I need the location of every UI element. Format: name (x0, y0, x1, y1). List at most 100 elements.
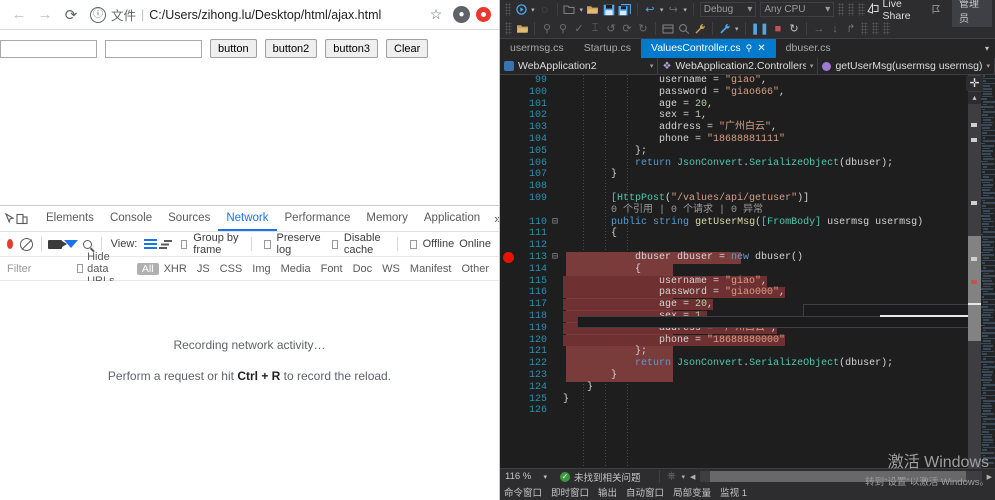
new-project-icon[interactable] (561, 2, 577, 18)
profile-avatar-icon[interactable]: ● (453, 6, 470, 23)
lock-icon[interactable]: ⌶ (587, 21, 603, 37)
code-editor[interactable]: 99 100 101 102 103 104 105 106 107 108 109 110 111 1… (500, 75, 995, 468)
text-input-1[interactable] (0, 39, 97, 58)
tb2-gripper-2[interactable] (860, 22, 868, 35)
feedback-icon[interactable] (928, 2, 944, 18)
offline-checkbox[interactable] (410, 239, 417, 249)
capture-screenshots-icon[interactable] (48, 233, 68, 255)
forward-icon[interactable]: → (32, 2, 58, 28)
button-2[interactable]: button2 (264, 39, 318, 58)
hot-reload-icon[interactable] (717, 21, 733, 37)
address-bar[interactable]: ⓘ 文件 | C:/Users/zihong.lu/Desktop/html/a… (90, 2, 425, 28)
restart-debugging-icon[interactable]: ↻ (786, 21, 802, 37)
stop-debugging-icon[interactable]: ■ (770, 21, 786, 37)
hide-data-urls-checkbox[interactable] (76, 264, 84, 273)
hot-reload-dropdown-icon[interactable]: ▾ (733, 25, 741, 33)
delete-breakpoints-icon[interactable]: ⚲ (555, 21, 571, 37)
step-into-icon[interactable]: ↓ (827, 21, 843, 37)
find-all-references-icon[interactable] (676, 21, 692, 37)
filter-type-img[interactable]: Img (247, 263, 275, 275)
breakpoint-gutter[interactable] (500, 75, 517, 468)
new-project-dropdown-icon[interactable]: ▾ (577, 6, 585, 14)
tb2-gripper-3[interactable] (871, 22, 879, 35)
tab-console[interactable]: Console (102, 206, 160, 231)
toolbar-gripper-3[interactable] (848, 3, 855, 16)
hscroll-thumb[interactable] (710, 471, 966, 482)
tab-overflow-icon[interactable]: ▾ (979, 39, 995, 58)
step-out-icon[interactable]: ↱ (843, 21, 859, 37)
clear-button[interactable]: Clear (386, 39, 429, 58)
toolbar-gripper-1[interactable] (505, 3, 512, 16)
text-input-2[interactable] (105, 39, 202, 58)
zoom-level-select[interactable]: 116 % ▾ (502, 470, 550, 484)
editor-tab-usermsg[interactable]: usermsg.cs (500, 39, 574, 58)
filter-type-css[interactable]: CSS (215, 263, 248, 275)
source-control-dropdown-icon[interactable]: ▾ (680, 473, 688, 481)
tab-sources[interactable]: Sources (160, 206, 218, 231)
tool-tab-immediate-window[interactable]: 即时窗口 (551, 485, 589, 499)
tab-performance[interactable]: Performance (277, 206, 359, 231)
extension-icon[interactable] (476, 7, 491, 22)
tool-tab-autos[interactable]: 自动窗口 (626, 485, 664, 499)
filter-type-manifest[interactable]: Manifest (405, 263, 457, 275)
button-1[interactable]: button (210, 39, 257, 58)
build-configuration-select[interactable]: Debug ▾ (699, 2, 757, 17)
filter-type-xhr[interactable]: XHR (159, 263, 192, 275)
filter-type-all[interactable]: All (136, 262, 159, 275)
page-info-icon[interactable]: ⓘ (90, 6, 106, 23)
scrollbar-thumb[interactable] (968, 236, 981, 341)
toggle-breakpoint-icon[interactable]: ⚲ (539, 21, 555, 37)
start-debug-icon[interactable] (513, 2, 529, 18)
toolbar-gripper-2[interactable] (838, 3, 845, 16)
tb2-gripper-1[interactable] (505, 22, 512, 35)
waterfall-view-icon[interactable] (158, 233, 173, 255)
refresh-icon[interactable]: ↻ (635, 21, 651, 37)
hscroll-right-arrow-icon[interactable]: ▶ (984, 473, 995, 481)
editor-minimap[interactable] (981, 75, 995, 468)
filter-type-media[interactable]: Media (276, 263, 316, 275)
editor-tab-dbuser[interactable]: dbuser.cs (776, 39, 841, 58)
record-toggle-icon[interactable] (7, 239, 14, 249)
pin-tab-icon[interactable]: ⚲ (746, 39, 753, 58)
save-all-icon[interactable] (617, 2, 633, 18)
undo-dropdown-icon[interactable]: ▾ (658, 6, 666, 14)
platform-select[interactable]: Any CPU ▾ (760, 2, 835, 17)
filter-type-other[interactable]: Other (456, 263, 494, 275)
editor-vertical-scrollbar[interactable] (968, 75, 981, 468)
filter-type-ws[interactable]: WS (377, 263, 405, 275)
close-tab-icon[interactable]: ✕ (757, 39, 765, 58)
filter-type-doc[interactable]: Doc (348, 263, 378, 275)
editor-horizontal-scrollbar[interactable] (700, 471, 982, 482)
list-view-icon[interactable] (143, 233, 157, 255)
clear-network-icon[interactable] (20, 233, 34, 255)
tool-tab-locals[interactable]: 局部变量 (673, 485, 711, 499)
back-icon[interactable]: ← (6, 2, 32, 28)
scroll-up-arrow-icon[interactable]: ▴ (968, 92, 981, 104)
live-share-button[interactable]: Live Share (866, 0, 928, 22)
attach-process-icon[interactable]: ◌ (537, 2, 553, 18)
editor-tab-startup[interactable]: Startup.cs (574, 39, 641, 58)
filter-type-js[interactable]: JS (192, 263, 215, 275)
open-file-icon[interactable] (585, 2, 601, 18)
inspect-element-icon[interactable] (4, 208, 16, 230)
more-tabs-icon[interactable]: » (488, 211, 499, 226)
redo-dropdown-icon[interactable]: ▾ (681, 6, 689, 14)
tab-application[interactable]: Application (416, 206, 488, 231)
tool-tab-output[interactable]: 输出 (598, 485, 617, 499)
tool-tab-command-window[interactable]: 命令窗口 (504, 485, 542, 499)
preserve-log-checkbox[interactable] (264, 239, 271, 249)
datatip-overlay-2[interactable] (577, 316, 978, 328)
tb2-gripper-4[interactable] (882, 22, 890, 35)
undo-icon[interactable]: ↩ (642, 2, 658, 18)
navbar-type-select[interactable]: ❖ WebApplication2.Controllers.Value ▾ (658, 58, 819, 74)
online-throttle-label[interactable]: Online (459, 238, 491, 250)
reload-icon[interactable]: ⟳ (58, 2, 84, 28)
toolbar-gripper-4[interactable] (858, 3, 865, 16)
enable-breakpoints-icon[interactable]: ✓ (571, 21, 587, 37)
tool-tab-watch-1[interactable]: 监视 1 (720, 485, 747, 499)
button-3[interactable]: button3 (325, 39, 378, 58)
bookmark-star-icon[interactable]: ☆ (425, 6, 447, 23)
editor-tab-valuescontroller[interactable]: ValuesController.cs ⚲ ✕ (640, 39, 776, 58)
properties-wrench-icon[interactable] (692, 21, 708, 37)
tab-memory[interactable]: Memory (358, 206, 416, 231)
